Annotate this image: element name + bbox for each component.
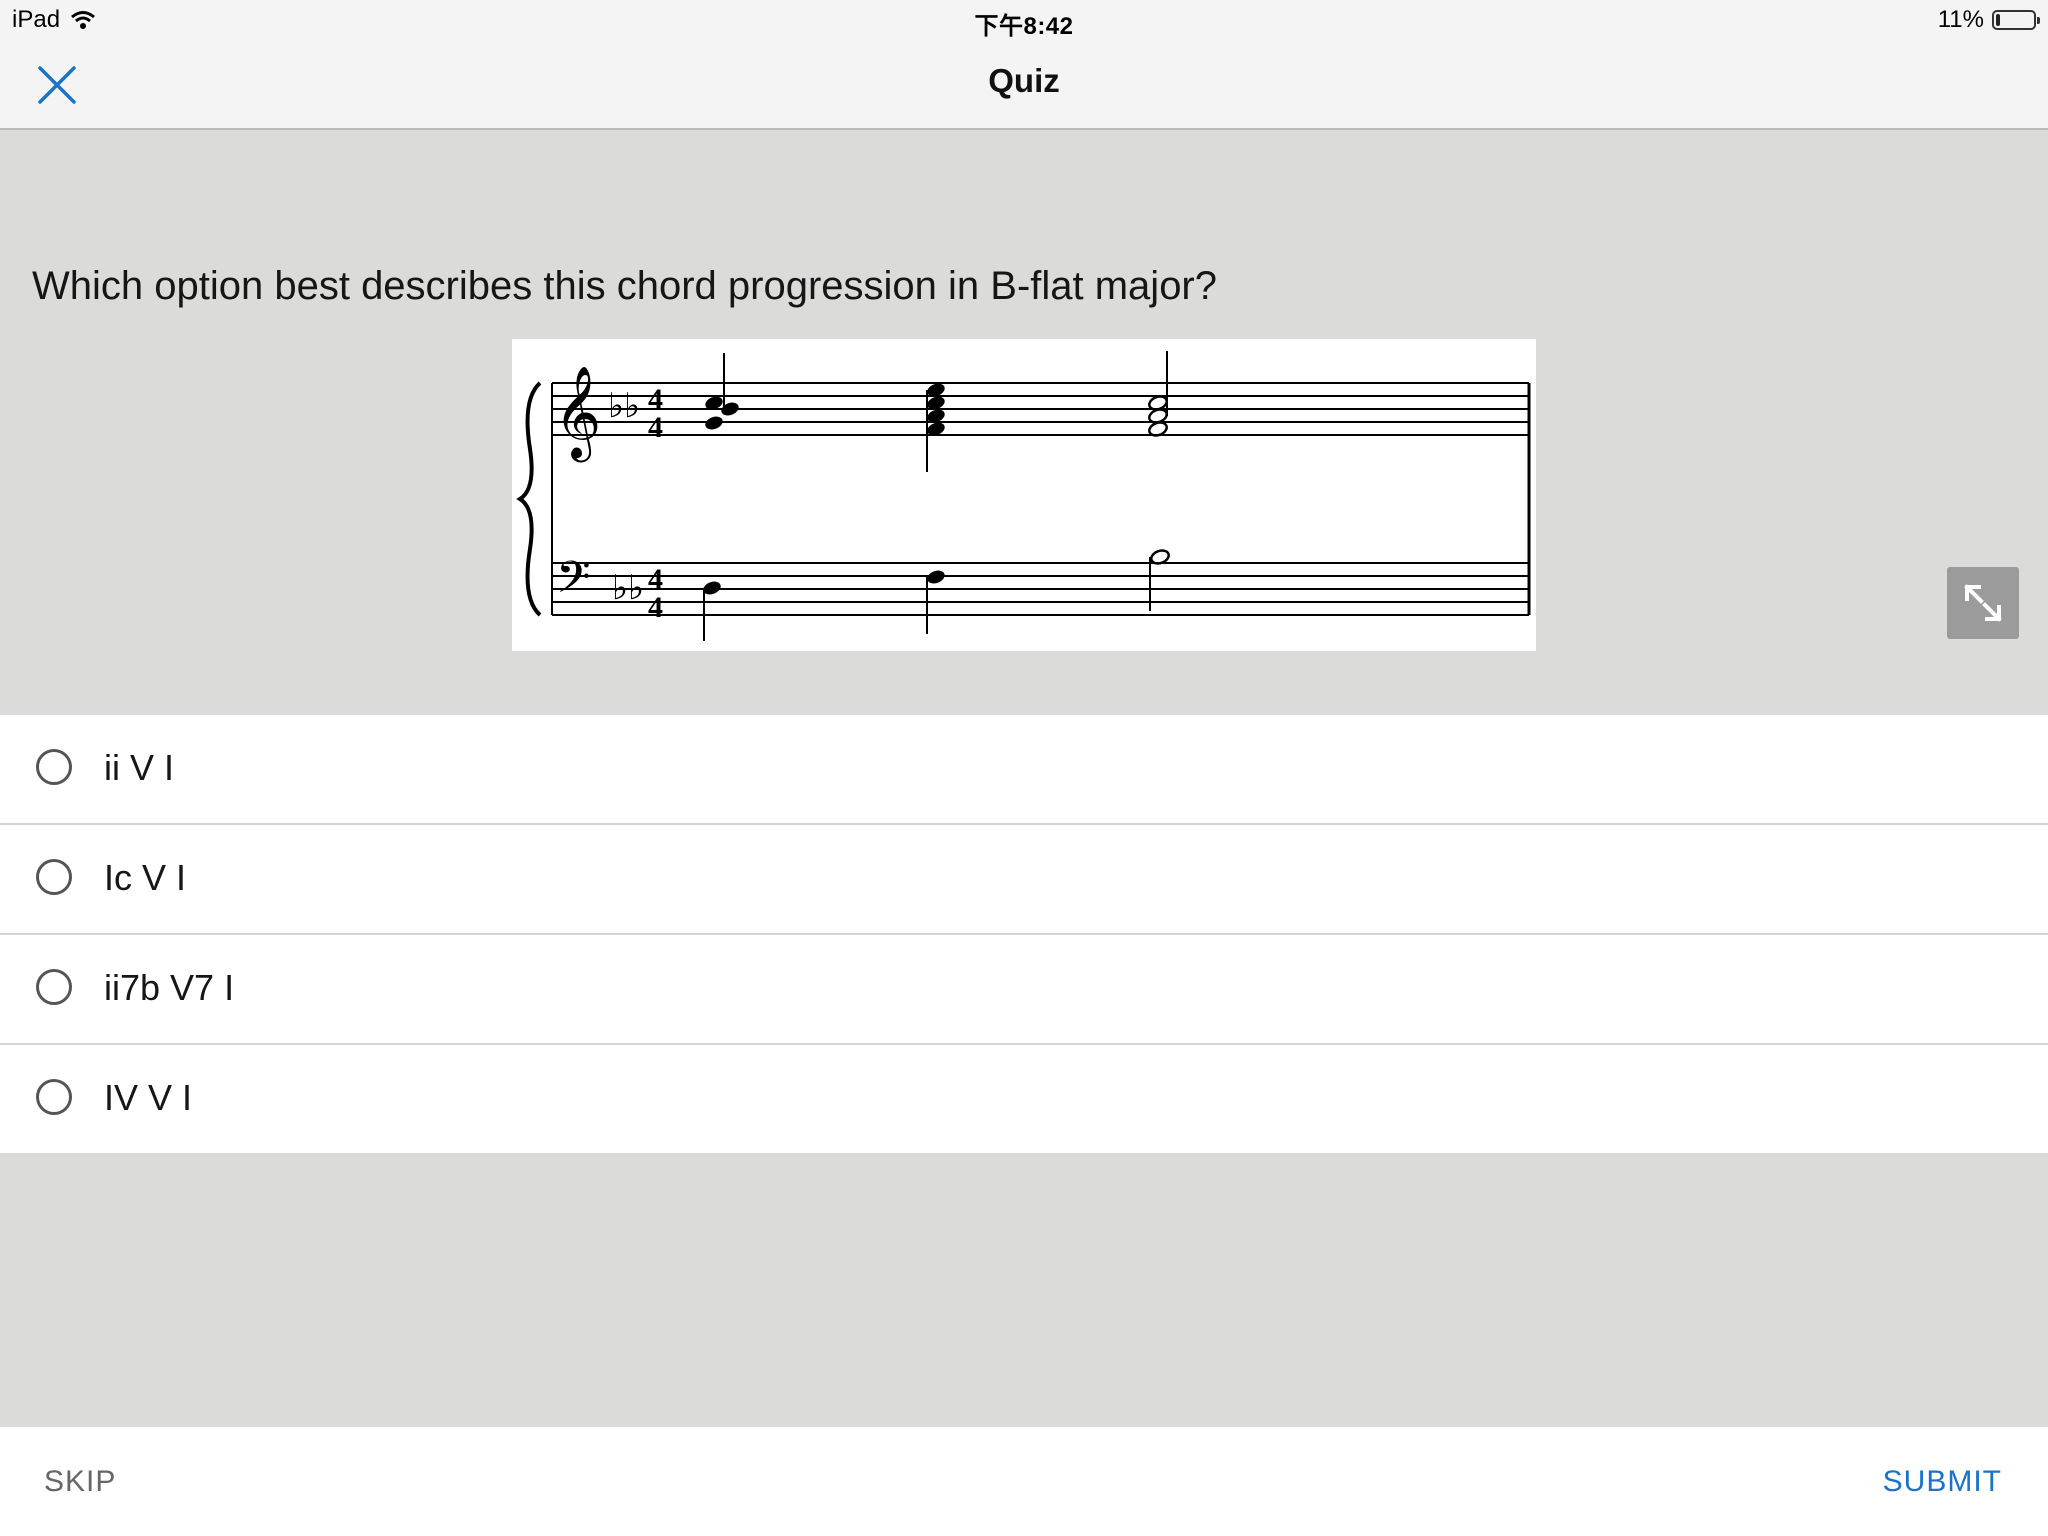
answer-option[interactable]: ii7b V7 I (0, 935, 2048, 1045)
radio-button[interactable] (36, 749, 72, 785)
status-right: 11% (1937, 6, 2040, 34)
status-time: 下午8:42 (974, 13, 1074, 40)
answer-option[interactable]: IV V I (0, 1045, 2048, 1153)
battery-percent: 11% (1937, 6, 1984, 33)
score-image: 𝄞 𝄢 ♭♭ ♭♭ 4 4 4 4 (512, 339, 1536, 651)
radio-button[interactable] (36, 859, 72, 895)
svg-text:♭♭: ♭♭ (612, 568, 644, 608)
answer-options: ii V I Ic V I ii7b V7 I IV V I (0, 715, 2048, 1153)
nav-bar: Quiz (0, 40, 2048, 130)
music-notation: 𝄞 𝄢 ♭♭ ♭♭ 4 4 4 4 (516, 351, 1531, 641)
skip-button[interactable]: SKIP (44, 1465, 116, 1499)
battery-fill (1996, 14, 2000, 26)
answer-option[interactable]: ii V I (0, 715, 2048, 825)
svg-text:𝄢: 𝄢 (556, 551, 591, 614)
battery-icon (1992, 10, 2040, 30)
answer-option[interactable]: Ic V I (0, 825, 2048, 935)
question-text: Which option best describes this chord p… (32, 264, 1217, 308)
option-label: ii7b V7 I (104, 967, 235, 1008)
svg-text:♭♭: ♭♭ (608, 386, 640, 426)
radio-button[interactable] (36, 969, 72, 1005)
svg-text:𝄞: 𝄞 (554, 365, 601, 462)
page-title: Quiz (988, 62, 1060, 99)
expand-icon (1964, 584, 2002, 622)
bottom-bar: SKIP SUBMIT (0, 1427, 2048, 1536)
option-label: Ic V I (104, 857, 187, 898)
status-bar: iPad 下午8:42 11% (0, 0, 2048, 40)
svg-text:4: 4 (648, 411, 663, 444)
radio-button[interactable] (36, 1079, 72, 1115)
submit-button[interactable]: SUBMIT (1883, 1465, 2002, 1499)
expand-image-button[interactable] (1947, 567, 2019, 639)
option-label: IV V I (104, 1077, 193, 1118)
svg-text:4: 4 (648, 591, 663, 624)
option-label: ii V I (104, 747, 175, 788)
